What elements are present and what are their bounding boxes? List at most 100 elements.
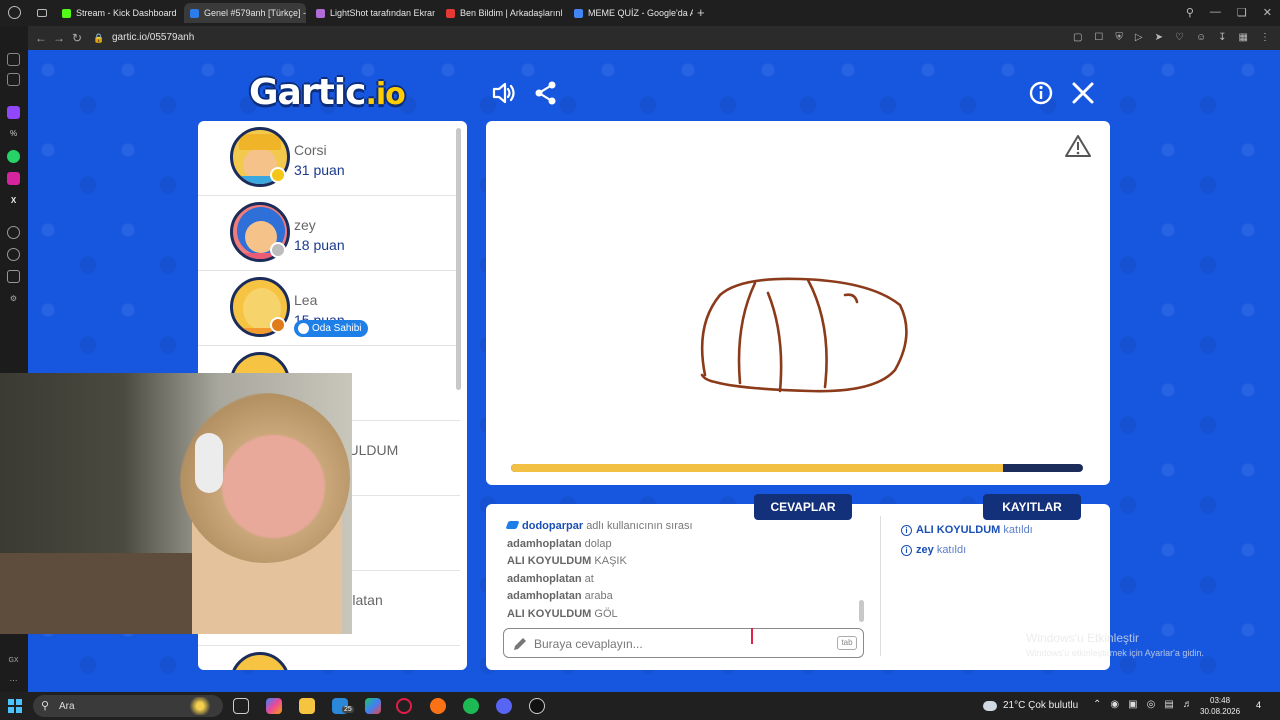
avatar [230,652,290,670]
x-icon[interactable]: X [7,194,20,207]
info-icon[interactable] [1028,80,1054,106]
tray-chevron-icon[interactable]: ⌃ [1093,699,1101,710]
logo-suffix-text: .io [365,77,405,112]
percent-icon[interactable]: % [7,127,20,140]
player-row[interactable] [198,646,460,670]
obs-icon[interactable] [529,698,545,714]
report-warning-icon[interactable] [1065,134,1091,158]
twitch-icon[interactable] [7,106,20,119]
discord-icon[interactable] [496,698,512,714]
gx-icon[interactable]: GX [7,654,20,667]
reload-icon[interactable]: ↻ [70,31,84,45]
taskbar-search[interactable]: ⚲ Ara [33,695,223,717]
lock-icon: 🔒 [93,33,105,43]
app-orange-icon[interactable] [430,698,446,714]
store-icon[interactable] [365,698,381,714]
url-text[interactable]: gartic.io/05579anh [112,32,194,43]
close-icon[interactable] [1070,80,1096,106]
back-icon[interactable]: ← [34,31,48,45]
clock[interactable]: 03:48 30.08.2026 [1200,695,1240,717]
browser-menu-icon[interactable] [8,6,21,19]
chat-scrollbar[interactable] [859,600,864,622]
turn-message: dodoparpar adlı kullanıcının sırası [505,520,693,532]
search-tabs-icon[interactable]: ⚲ [1186,6,1194,19]
task-view-icon[interactable] [233,698,249,714]
sidebar-messenger-icon[interactable] [7,73,20,86]
copilot-icon[interactable] [266,698,282,714]
player-row[interactable]: Corsi 31 puan [198,121,460,196]
share-icon[interactable] [533,80,559,106]
kick-favicon-icon [62,8,71,18]
log-text: katıldı [1003,524,1033,536]
browser-tab-kick[interactable]: Stream - Kick Dashboard [56,3,178,23]
play-icon[interactable]: ▷ [1135,32,1143,43]
owner-face-icon [298,323,309,334]
opera-gx-icon[interactable] [396,698,412,714]
tray-discord-icon[interactable]: ◎ [1147,699,1156,710]
heart-icon[interactable]: ♡ [1175,32,1184,43]
profile-icon[interactable]: ☺ [1196,32,1206,43]
send-icon[interactable]: ➤ [1155,32,1163,43]
browser-tab-google[interactable]: MEME QUİZ - Google'da Ar [568,3,693,23]
chat-message: ALI KOYULDUM GÖL [507,608,618,620]
browser-tab-benbildim[interactable]: Ben Bildim | Arkadaşlarınla [440,3,562,23]
benbildim-favicon-icon [446,8,455,18]
tab-label: Stream - Kick Dashboard [76,8,177,18]
sidebar-pinned-icon[interactable] [7,53,20,66]
log-text: katıldı [936,544,967,556]
player-score: 18 puan [294,237,345,253]
extensions-icon[interactable]: ▦ [1239,32,1248,43]
log-user: ALI KOYULDUM [916,524,1001,536]
answer-input[interactable] [534,635,824,653]
bookmark-icon[interactable]: ☐ [1094,32,1103,43]
status-dot [270,317,286,333]
notification-badge[interactable]: 4 [1256,700,1261,710]
sidebar-more-icon[interactable]: ⋯ [7,674,20,687]
answer-field[interactable]: tab [503,628,864,658]
tab-answers[interactable]: CEVAPLAR [754,494,852,520]
weather-widget[interactable]: 21°C Çok bulutlu [983,700,1078,711]
start-button[interactable] [8,699,22,713]
screenshot-icon[interactable]: ▢ [1073,32,1082,43]
weather-text: 21°C Çok bulutlu [1003,700,1079,711]
box-icon[interactable] [7,270,20,283]
new-tab-button[interactable]: + [697,5,705,20]
settings-icon[interactable]: ⚙ [7,292,20,305]
round-timer-fill [511,464,1003,472]
tray-app-icon[interactable]: ◉ [1110,699,1119,710]
chat-user: adamhoplatan [507,590,582,602]
close-window-icon[interactable]: ✕ [1263,6,1272,19]
tab-actions-icon[interactable] [37,9,47,17]
sound-icon[interactable] [491,80,517,106]
room-owner-label: Oda Sahibi [312,323,362,334]
shield-icon[interactable]: ⛨ [1115,32,1123,43]
tray-camera-icon[interactable]: ▣ [1128,699,1137,710]
more-icon[interactable]: ⋮ [1260,32,1270,43]
download-icon[interactable]: ↧ [1218,32,1226,43]
browser-tab-gartic[interactable]: Genel #579anh [Türkçe] - [184,3,306,23]
lightshot-favicon-icon [316,8,325,18]
spotify-icon[interactable] [463,698,479,714]
gartic-logo[interactable]: Gartic.io [249,72,406,114]
google-favicon-icon [574,8,583,18]
network-icon[interactable]: ▤ [1164,699,1173,710]
search-label: Ara [59,701,75,712]
history-icon[interactable] [7,226,20,239]
player-row[interactable]: zey 18 puan [198,196,460,271]
tab-label: Genel #579anh [Türkçe] - [204,8,306,18]
chat-user: adamhoplatan [507,538,582,550]
instagram-icon[interactable] [7,172,20,185]
minimize-icon[interactable]: — [1210,6,1221,19]
browser-tab-strip: Stream - Kick Dashboard Genel #579anh [T… [0,0,1280,26]
browser-tab-lightshot[interactable]: LightShot tarafından Ekran [310,3,435,23]
clock-icon[interactable] [7,248,20,261]
volume-icon[interactable]: ♬ [1183,699,1193,710]
forward-icon[interactable]: → [52,31,66,45]
file-explorer-icon[interactable] [299,698,315,714]
tab-logs[interactable]: KAYITLAR [983,494,1081,520]
maximize-icon[interactable]: ❑ [1237,6,1247,19]
players-scrollbar[interactable] [456,128,461,390]
status-dot [270,167,286,183]
turn-user: dodoparpar [522,520,584,532]
whatsapp-icon[interactable] [7,150,20,163]
